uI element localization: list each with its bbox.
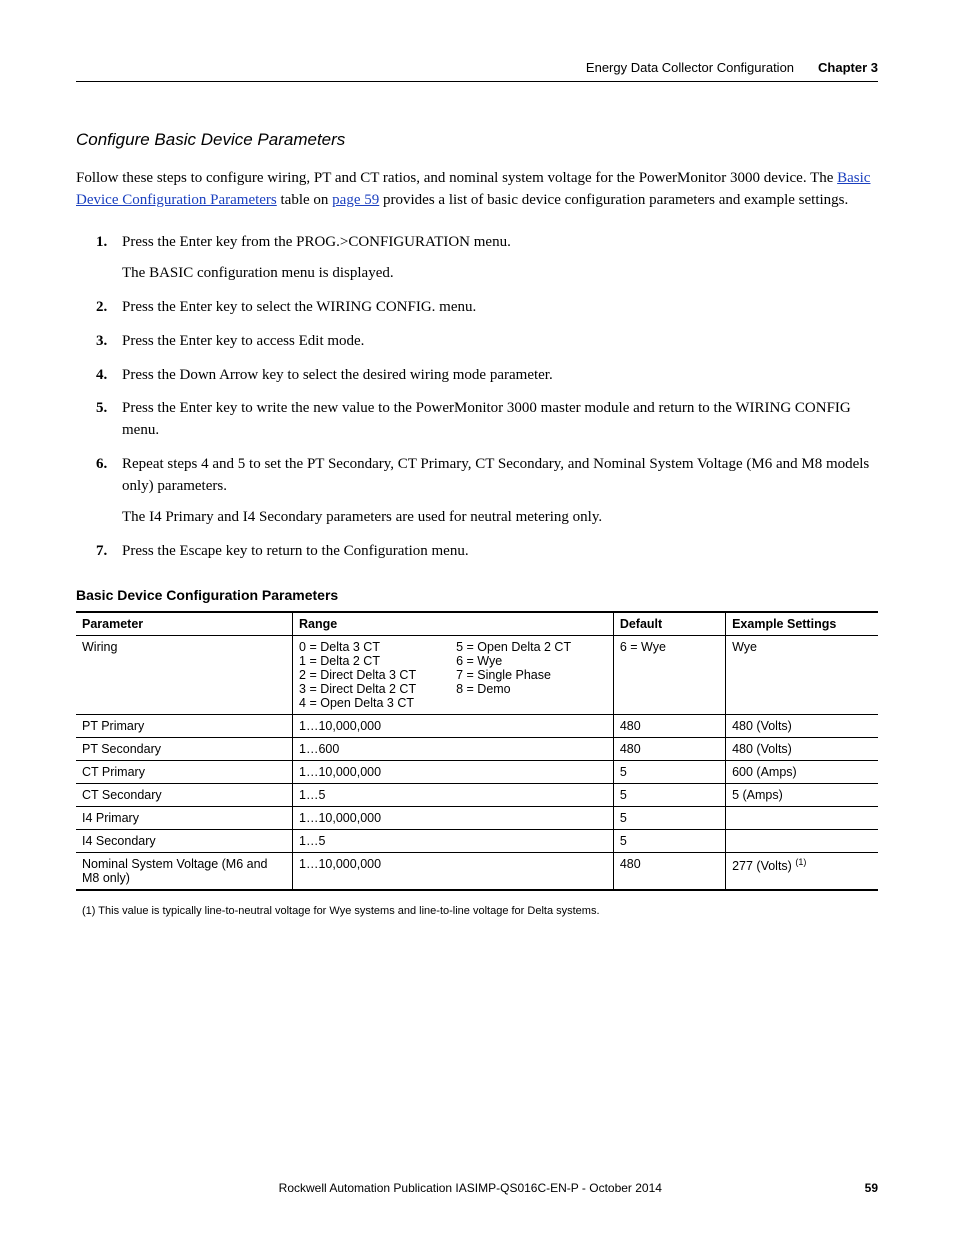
table-title: Basic Device Configuration Parameters bbox=[76, 587, 878, 603]
steps-list: Press the Enter key from the PROG.>CONFI… bbox=[76, 232, 878, 563]
step-3: Press the Enter key to access Edit mode. bbox=[122, 331, 878, 353]
cell-range: 1…600 bbox=[293, 737, 614, 760]
cell-default: 5 bbox=[613, 760, 725, 783]
cell-example: Wye bbox=[726, 635, 878, 714]
step-text: Press the Down Arrow key to select the d… bbox=[122, 367, 553, 383]
cell-default: 5 bbox=[613, 806, 725, 829]
table-row: CT Secondary 1…5 5 5 (Amps) bbox=[76, 783, 878, 806]
cell-example bbox=[726, 806, 878, 829]
cell-param: CT Secondary bbox=[76, 783, 293, 806]
step-text: Repeat steps 4 and 5 to set the PT Secon… bbox=[122, 456, 869, 494]
footnote-marker: (1) bbox=[795, 857, 806, 867]
cell-range: 1…10,000,000 bbox=[293, 806, 614, 829]
cell-range: 0 = Delta 3 CT 1 = Delta 2 CT 2 = Direct… bbox=[293, 635, 614, 714]
cell-range: 1…5 bbox=[293, 829, 614, 852]
table-row: I4 Primary 1…10,000,000 5 bbox=[76, 806, 878, 829]
cell-default: 480 bbox=[613, 852, 725, 890]
table-row-last: Nominal System Voltage (M6 and M8 only) … bbox=[76, 852, 878, 890]
step-subtext: The I4 Primary and I4 Secondary paramete… bbox=[122, 507, 878, 529]
cell-range: 1…5 bbox=[293, 783, 614, 806]
step-text: Press the Enter key from the PROG.>CONFI… bbox=[122, 234, 511, 250]
params-table: Parameter Range Default Example Settings… bbox=[76, 611, 878, 891]
th-default: Default bbox=[613, 612, 725, 636]
cell-default: 5 bbox=[613, 783, 725, 806]
step-text: Press the Enter key to select the WIRING… bbox=[122, 299, 476, 315]
intro-text-mid: table on bbox=[277, 192, 332, 208]
table-row: CT Primary 1…10,000,000 5 600 (Amps) bbox=[76, 760, 878, 783]
intro-text-post: provides a list of basic device configur… bbox=[379, 192, 848, 208]
cell-range: 1…10,000,000 bbox=[293, 760, 614, 783]
footnote: (1) This value is typically line-to-neut… bbox=[76, 905, 878, 917]
cell-range: 1…10,000,000 bbox=[293, 714, 614, 737]
cell-default: 5 bbox=[613, 829, 725, 852]
footer-publication: Rockwell Automation Publication IASIMP-Q… bbox=[76, 1181, 865, 1195]
step-5: Press the Enter key to write the new val… bbox=[122, 398, 878, 442]
section-title: Configure Basic Device Parameters bbox=[76, 130, 878, 150]
cell-default: 480 bbox=[613, 714, 725, 737]
step-7: Press the Escape key to return to the Co… bbox=[122, 541, 878, 563]
cell-param: PT Secondary bbox=[76, 737, 293, 760]
cell-param: I4 Secondary bbox=[76, 829, 293, 852]
table-row: PT Secondary 1…600 480 480 (Volts) bbox=[76, 737, 878, 760]
cell-param: Wiring bbox=[76, 635, 293, 714]
cell-example: 277 (Volts) (1) bbox=[726, 852, 878, 890]
cell-example: 480 (Volts) bbox=[726, 714, 878, 737]
cell-range: 1…10,000,000 bbox=[293, 852, 614, 890]
th-example: Example Settings bbox=[726, 612, 878, 636]
header-chapter-label: Chapter 3 bbox=[818, 60, 878, 75]
link-page-59[interactable]: page 59 bbox=[332, 192, 379, 208]
intro-paragraph: Follow these steps to configure wiring, … bbox=[76, 168, 878, 212]
cell-param: I4 Primary bbox=[76, 806, 293, 829]
cell-example: 480 (Volts) bbox=[726, 737, 878, 760]
cell-example: 5 (Amps) bbox=[726, 783, 878, 806]
step-text: Press the Enter key to access Edit mode. bbox=[122, 333, 364, 349]
table-header-row: Parameter Range Default Example Settings bbox=[76, 612, 878, 636]
cell-example bbox=[726, 829, 878, 852]
cell-param: PT Primary bbox=[76, 714, 293, 737]
cell-example: 600 (Amps) bbox=[726, 760, 878, 783]
step-subtext: The BASIC configuration menu is displaye… bbox=[122, 263, 878, 285]
page-footer: Rockwell Automation Publication IASIMP-Q… bbox=[76, 1181, 878, 1195]
range-left: 0 = Delta 3 CT 1 = Delta 2 CT 2 = Direct… bbox=[299, 640, 416, 710]
cell-param: Nominal System Voltage (M6 and M8 only) bbox=[76, 852, 293, 890]
step-2: Press the Enter key to select the WIRING… bbox=[122, 297, 878, 319]
footer-page-number: 59 bbox=[865, 1181, 878, 1195]
cell-default: 6 = Wye bbox=[613, 635, 725, 714]
table-row-wiring: Wiring 0 = Delta 3 CT 1 = Delta 2 CT 2 =… bbox=[76, 635, 878, 714]
cell-default: 480 bbox=[613, 737, 725, 760]
cell-param: CT Primary bbox=[76, 760, 293, 783]
intro-text-pre: Follow these steps to configure wiring, … bbox=[76, 170, 837, 186]
step-4: Press the Down Arrow key to select the d… bbox=[122, 365, 878, 387]
step-text: Press the Escape key to return to the Co… bbox=[122, 543, 469, 559]
table-row: PT Primary 1…10,000,000 480 480 (Volts) bbox=[76, 714, 878, 737]
table-row: I4 Secondary 1…5 5 bbox=[76, 829, 878, 852]
step-text: Press the Enter key to write the new val… bbox=[122, 400, 851, 438]
header-chapter-title: Energy Data Collector Configuration bbox=[586, 60, 794, 75]
step-6: Repeat steps 4 and 5 to set the PT Secon… bbox=[122, 454, 878, 529]
page-header: Energy Data Collector Configuration Chap… bbox=[76, 60, 878, 82]
th-parameter: Parameter bbox=[76, 612, 293, 636]
step-1: Press the Enter key from the PROG.>CONFI… bbox=[122, 232, 878, 286]
th-range: Range bbox=[293, 612, 614, 636]
range-right: 5 = Open Delta 2 CT 6 = Wye 7 = Single P… bbox=[456, 640, 571, 710]
